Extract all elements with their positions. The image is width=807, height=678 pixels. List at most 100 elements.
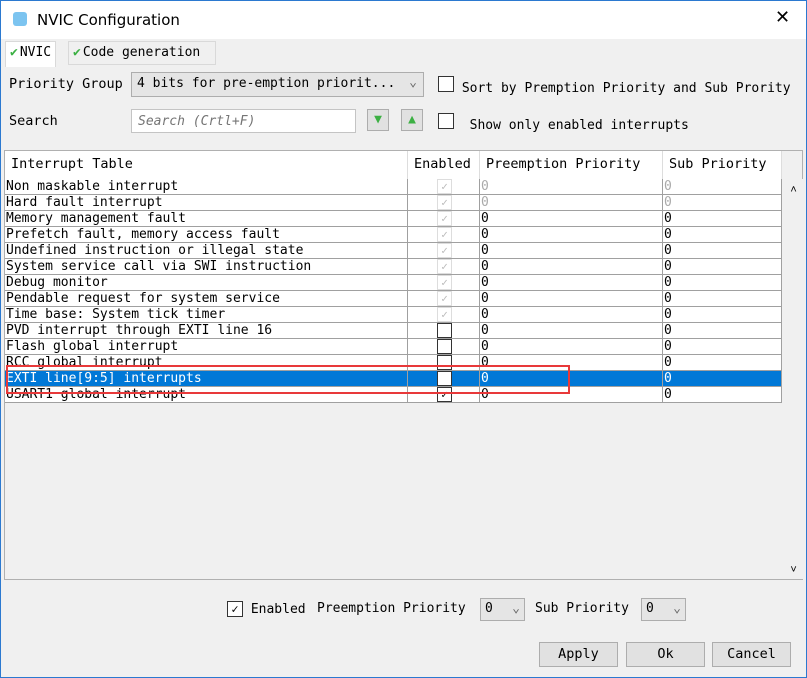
enabled-cell[interactable]: ✓ (408, 211, 480, 227)
priority-group-select[interactable]: 4 bits for pre-emption priorit... ⌄ (131, 72, 424, 97)
search-next-button[interactable]: ▼ (367, 109, 389, 131)
preemption-priority[interactable]: 0 (480, 179, 663, 195)
footer-pre-value: 0 (485, 601, 493, 616)
apply-button[interactable]: Apply (539, 642, 618, 667)
enabled-checkbox: ✓ (437, 259, 452, 274)
preemption-priority[interactable]: 0 (480, 275, 663, 291)
preemption-priority[interactable]: 0 (480, 259, 663, 275)
highlight-annotation (6, 365, 570, 394)
preemption-priority[interactable]: 0 (480, 211, 663, 227)
search-previous-button[interactable]: ▲ (401, 109, 423, 131)
cancel-button[interactable]: Cancel (712, 642, 791, 667)
interrupt-name: Hard fault interrupt (5, 195, 408, 211)
footer-pre-label: Preemption Priority (317, 601, 466, 616)
vertical-scrollbar[interactable]: ˄ ˅ (784, 179, 803, 579)
preemption-priority[interactable]: 0 (480, 195, 663, 211)
footer-sub-select[interactable]: 0 ⌄ (641, 598, 686, 621)
sub-priority[interactable]: 0 (663, 195, 782, 211)
sub-priority[interactable]: 0 (663, 259, 782, 275)
priority-group-label: Priority Group (9, 76, 123, 92)
enabled-cell[interactable]: ✓ (408, 243, 480, 259)
tab-nvic[interactable]: ✔ NVIC (5, 41, 57, 67)
preemption-priority[interactable]: 0 (480, 323, 663, 339)
priority-group-value: 4 bits for pre-emption priorit... (137, 76, 396, 91)
sub-priority[interactable]: 0 (663, 211, 782, 227)
interrupt-name: Memory management fault (5, 211, 408, 227)
preemption-priority[interactable]: 0 (480, 243, 663, 259)
enabled-cell[interactable]: ✓ (408, 195, 480, 211)
show-enabled-row[interactable]: Show only enabled interrupts (438, 113, 689, 133)
preemption-priority[interactable]: 0 (480, 307, 663, 323)
sort-label: Sort by Premption Priority and Sub Prori… (461, 81, 791, 96)
enabled-checkbox: ✓ (437, 275, 452, 290)
window-title: NVIC Configuration (37, 11, 180, 29)
table-row[interactable]: Undefined instruction or illegal state ✓… (5, 243, 782, 259)
table-row[interactable]: System service call via SWI instruction … (5, 259, 782, 275)
scroll-down-icon[interactable]: ˅ (784, 563, 803, 577)
sub-priority[interactable]: 0 (663, 275, 782, 291)
enabled-cell[interactable] (408, 323, 480, 339)
header-enabled[interactable]: Enabled (408, 151, 480, 179)
enabled-checkbox[interactable] (437, 323, 452, 338)
enabled-checkbox: ✓ (437, 227, 452, 242)
table-row[interactable]: Memory management fault ✓ 0 0 (5, 211, 782, 227)
header-interrupt[interactable]: Interrupt Table (5, 151, 408, 179)
footer-sub-label: Sub Priority (535, 601, 629, 616)
preemption-priority[interactable]: 0 (480, 339, 663, 355)
tab-code-generation[interactable]: ✔ Code generation (68, 41, 216, 65)
sub-priority[interactable]: 0 (663, 291, 782, 307)
footer-pre-select[interactable]: 0 ⌄ (480, 598, 525, 621)
enabled-checkbox: ✓ (437, 243, 452, 258)
sub-priority[interactable]: 0 (663, 179, 782, 195)
table-row[interactable]: PVD interrupt through EXTI line 16 0 0 (5, 323, 782, 339)
sort-checkbox[interactable] (438, 76, 454, 92)
close-button[interactable]: ✕ (775, 7, 790, 28)
sub-priority[interactable]: 0 (663, 387, 782, 403)
preemption-priority[interactable]: 0 (480, 291, 663, 307)
show-enabled-checkbox[interactable] (438, 113, 454, 129)
enabled-cell[interactable]: ✓ (408, 227, 480, 243)
table-row[interactable]: Non maskable interrupt ✓ 0 0 (5, 179, 782, 195)
enabled-cell[interactable]: ✓ (408, 275, 480, 291)
ok-button[interactable]: Ok (626, 642, 705, 667)
table-row[interactable]: Hard fault interrupt ✓ 0 0 (5, 195, 782, 211)
sub-priority[interactable]: 0 (663, 355, 782, 371)
sub-priority[interactable]: 0 (663, 323, 782, 339)
enabled-cell[interactable] (408, 339, 480, 355)
sub-priority[interactable]: 0 (663, 371, 782, 387)
enabled-cell[interactable]: ✓ (408, 179, 480, 195)
enabled-checkbox: ✓ (437, 291, 452, 306)
preemption-priority[interactable]: 0 (480, 227, 663, 243)
footer-enabled-checkbox[interactable]: ✓ (227, 601, 243, 617)
sub-priority[interactable]: 0 (663, 227, 782, 243)
app-icon (13, 12, 27, 26)
enabled-cell[interactable]: ✓ (408, 291, 480, 307)
scroll-up-icon[interactable]: ˄ (784, 183, 803, 197)
table-row[interactable]: Flash global interrupt 0 0 (5, 339, 782, 355)
table-row[interactable]: Debug monitor ✓ 0 0 (5, 275, 782, 291)
interrupt-name: Debug monitor (5, 275, 408, 291)
sub-priority[interactable]: 0 (663, 243, 782, 259)
arrow-down-icon: ▼ (374, 112, 382, 127)
tab-label: Code generation (82, 45, 201, 60)
enabled-checkbox: ✓ (437, 307, 452, 322)
enabled-checkbox: ✓ (437, 195, 452, 210)
enabled-checkbox[interactable] (437, 339, 452, 354)
sub-priority[interactable]: 0 (663, 339, 782, 355)
table-row[interactable]: Time base: System tick timer ✓ 0 0 (5, 307, 782, 323)
footer-enabled[interactable]: ✓ Enabled (227, 601, 306, 617)
check-icon: ✔ (10, 45, 18, 60)
search-input[interactable] (131, 109, 356, 133)
table-row[interactable]: Pendable request for system service ✓ 0 … (5, 291, 782, 307)
header-preemption[interactable]: Preemption Priority (480, 151, 663, 179)
sort-checkbox-row[interactable]: Sort by Premption Priority and Sub Prori… (438, 76, 791, 96)
enabled-cell[interactable]: ✓ (408, 259, 480, 275)
arrow-up-icon: ▲ (408, 112, 416, 127)
interrupt-name: Prefetch fault, memory access fault (5, 227, 408, 243)
sub-priority[interactable]: 0 (663, 307, 782, 323)
interrupt-name: Flash global interrupt (5, 339, 408, 355)
enabled-cell[interactable]: ✓ (408, 307, 480, 323)
header-sub[interactable]: Sub Priority (663, 151, 782, 179)
footer-sub-value: 0 (646, 601, 654, 616)
table-row[interactable]: Prefetch fault, memory access fault ✓ 0 … (5, 227, 782, 243)
